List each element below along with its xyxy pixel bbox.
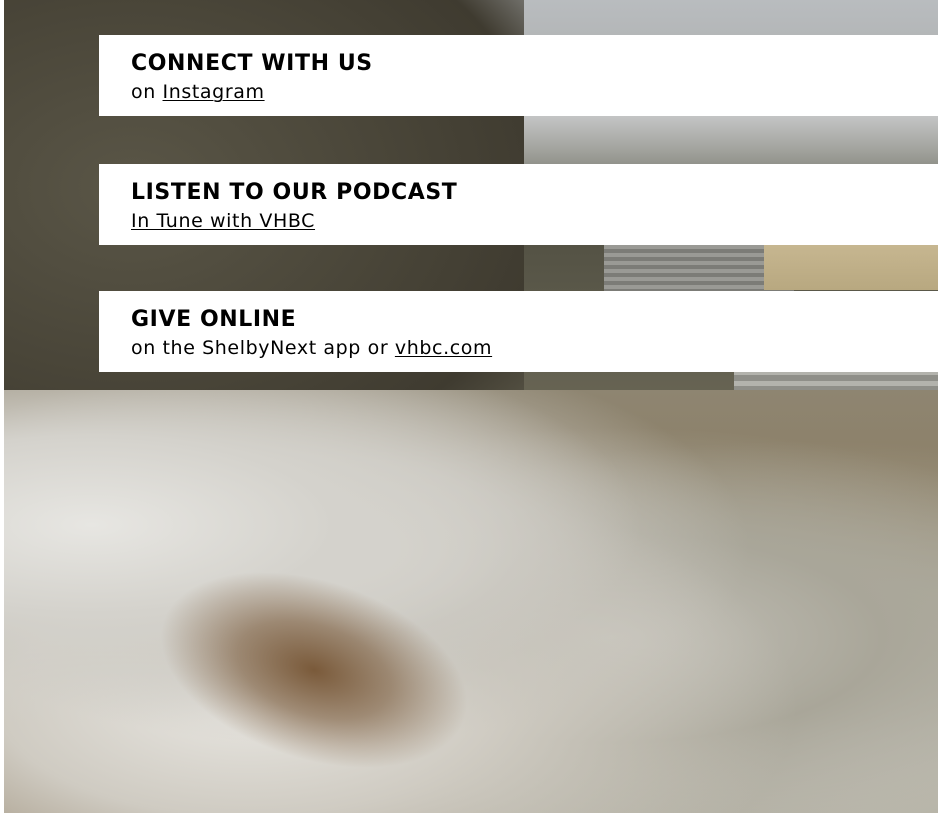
vhbc-website-link[interactable]: vhbc.com xyxy=(395,337,492,359)
give-prefix: on the ShelbyNext app or xyxy=(131,337,389,359)
give-subline: on the ShelbyNext app or vhbc.com xyxy=(131,336,492,360)
podcast-subline: In Tune with VHBC xyxy=(131,209,315,233)
connect-panel: CONNECT WITH US on Instagram xyxy=(99,35,938,116)
podcast-panel: LISTEN TO OUR PODCAST In Tune with VHBC xyxy=(99,164,938,245)
background-photo-snowy-hillside xyxy=(4,0,938,813)
give-heading: GIVE ONLINE xyxy=(131,307,297,332)
podcast-heading: LISTEN TO OUR PODCAST xyxy=(131,180,458,205)
photo-snow-covered-slope xyxy=(4,390,938,813)
connect-subline: on Instagram xyxy=(131,80,265,104)
photo-tan-building xyxy=(764,240,938,290)
connect-heading: CONNECT WITH US xyxy=(131,51,373,76)
page: CONNECT WITH US on Instagram LISTEN TO O… xyxy=(0,0,938,813)
instagram-link[interactable]: Instagram xyxy=(163,81,265,103)
give-panel: GIVE ONLINE on the ShelbyNext app or vhb… xyxy=(99,291,938,372)
connect-prefix: on xyxy=(131,81,156,103)
podcast-link[interactable]: In Tune with VHBC xyxy=(131,210,315,232)
